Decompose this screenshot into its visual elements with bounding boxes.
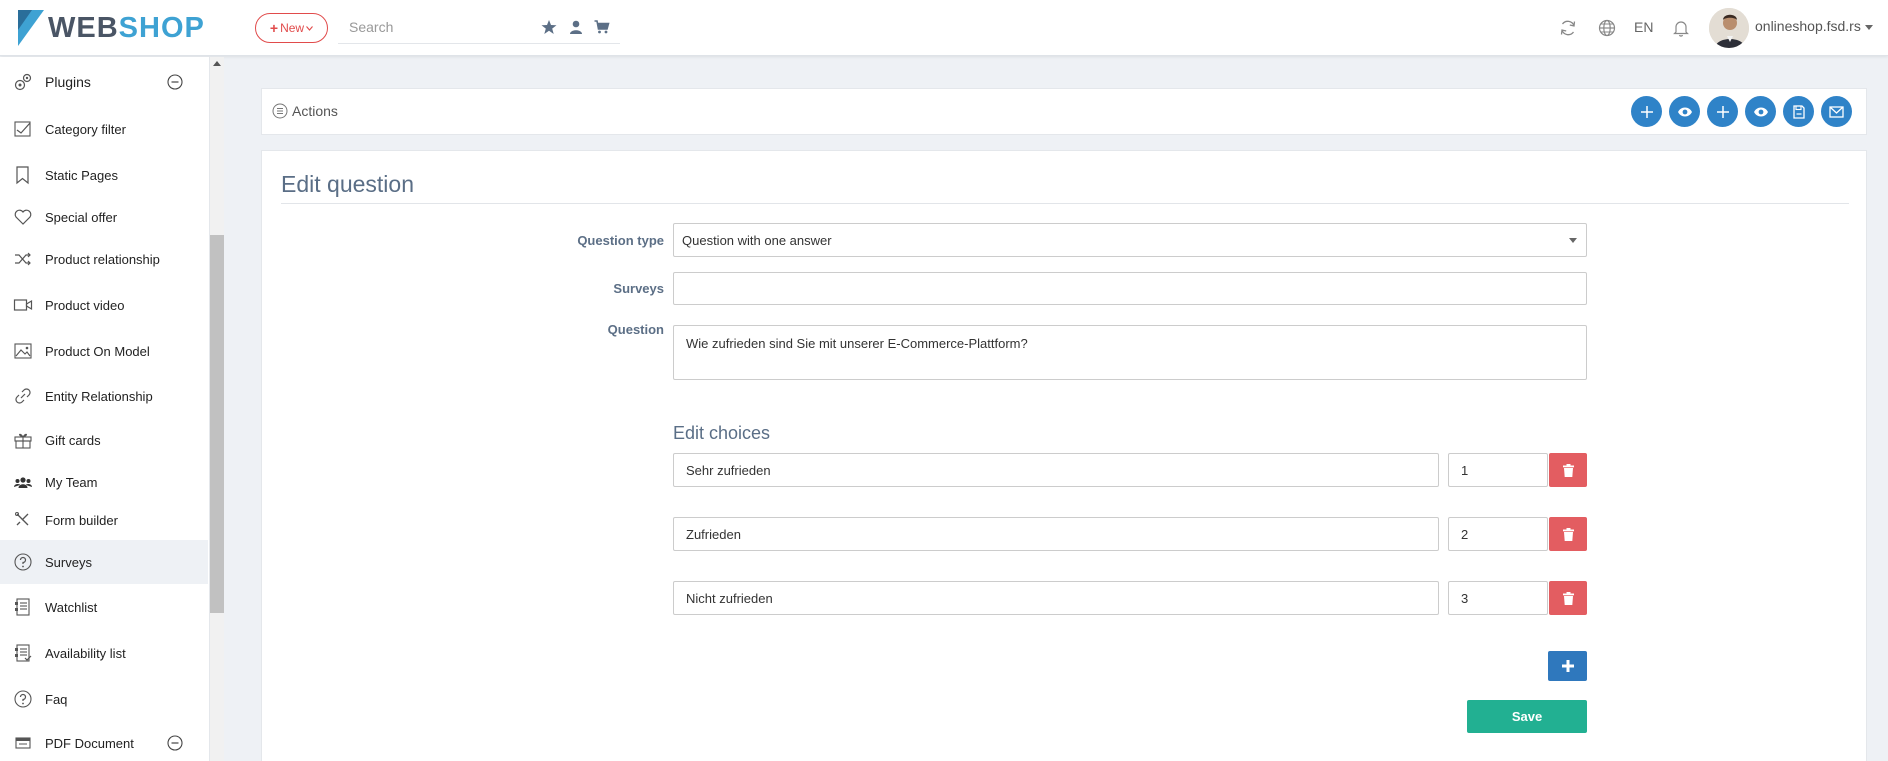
plus-icon [1561,660,1574,672]
new-button[interactable]: + New [255,13,328,43]
actions-bar: Actions [261,88,1867,135]
preview-button[interactable] [1745,96,1776,127]
add-button[interactable] [1707,96,1738,127]
sidebar: Plugins Category filter Static Pages Spe… [0,57,210,761]
plugins-icon [14,73,32,91]
pdf-icon [15,737,31,749]
sidebar-item-form-builder[interactable]: Form builder [0,498,208,542]
sidebar-item-product-video[interactable]: Product video [0,283,208,327]
trash-icon [1562,463,1574,477]
edit-choices-title: Edit choices [673,423,771,443]
caret-down-icon [1864,24,1873,30]
trash-icon [1562,527,1574,541]
scrollbar-thumb[interactable] [210,235,224,613]
sidebar-item-product-relationship[interactable]: Product relationship [0,237,208,281]
chevron-down-icon [306,25,314,31]
question-field[interactable]: Wie zufrieden sind Sie mit unserer E-Com… [673,325,1587,380]
question-type-label: Question type [577,233,664,248]
webshop-logo[interactable]: WEBSHOP [18,10,205,46]
actions-menu[interactable]: Actions [272,103,338,119]
eye-icon [1753,107,1768,116]
sidebar-item-product-on-model[interactable]: Product On Model [0,329,208,373]
save-button[interactable]: Save [1467,700,1587,733]
link-icon [15,388,31,404]
team-icon [14,477,32,488]
refresh-icon[interactable] [1558,18,1578,38]
sidebar-item-static-pages[interactable]: Static Pages [0,153,208,197]
list-icon [15,598,30,616]
question-type-value: Question with one answer [682,232,832,248]
email-button[interactable] [1821,96,1852,127]
avatar[interactable] [1709,8,1749,48]
sidebar-item-gift-cards[interactable]: Gift cards [0,418,208,462]
new-button-label: New [280,21,305,35]
collapse-icon[interactable] [167,735,183,751]
plus-icon: + [269,20,279,36]
gift-icon [14,433,32,449]
avatar-image [1709,8,1749,48]
preview-button[interactable] [1669,96,1700,127]
page-title: Edit question [281,171,414,197]
surveys-label: Surveys [613,281,664,296]
title-divider [281,203,1849,204]
sidebar-item-watchlist[interactable]: Watchlist [0,585,208,629]
language-selector[interactable]: EN [1634,19,1653,35]
add-button[interactable] [1631,96,1662,127]
bell-icon[interactable] [1671,18,1691,38]
choice-text-field[interactable] [673,453,1439,487]
eye-icon [1677,107,1692,116]
collapse-icon[interactable] [167,74,183,90]
sidebar-item-entity-relationship[interactable]: Entity Relationship [0,374,208,418]
scroll-up-arrow-icon[interactable] [213,61,221,66]
add-choice-button[interactable] [1548,651,1587,681]
sidebar-item-faq[interactable]: Faq [0,677,208,721]
plus-icon [1640,105,1653,118]
question-circle-icon [14,553,32,571]
globe-icon[interactable] [1597,18,1617,38]
video-icon [13,299,33,311]
choice-text-field[interactable] [673,581,1439,615]
plus-icon [1716,105,1729,118]
tools-icon [15,512,29,526]
cart-icon[interactable] [594,19,610,35]
user-icon[interactable] [568,19,584,35]
surveys-field[interactable] [673,272,1587,305]
envelope-icon [1829,105,1844,118]
trash-icon [1562,591,1574,605]
star-icon[interactable] [541,19,557,35]
list-check-icon [15,644,32,662]
sidebar-item-plugins[interactable]: Plugins [0,60,208,104]
menu-circle-icon [272,103,288,119]
delete-choice-button[interactable] [1549,453,1587,487]
sidebar-item-special-offer[interactable]: Special offer [0,195,208,239]
edit-question-card: Edit question Question type Question wit… [261,150,1867,761]
sidebar-item-availability-list[interactable]: Availability list [0,631,208,675]
question-type-select[interactable]: Question with one answer [673,223,1587,257]
user-menu[interactable]: onlineshop.fsd.rs [1755,18,1873,34]
choice-text-field[interactable] [673,517,1439,551]
logo-mark-icon [18,10,44,46]
shuffle-icon [15,252,31,266]
bookmark-icon [16,166,29,185]
sidebar-item-surveys[interactable]: Surveys [0,540,208,584]
delete-choice-button[interactable] [1549,581,1587,615]
question-circle-icon [14,690,32,708]
filter-icon [14,121,31,137]
choice-order-field[interactable] [1448,517,1548,551]
image-icon [14,343,32,359]
heart-icon [14,209,32,225]
sidebar-item-category-filter[interactable]: Category filter [0,107,208,151]
choice-order-field[interactable] [1448,453,1548,487]
file-icon [1792,104,1805,119]
logo-text: WEBSHOP [48,12,205,44]
top-bar: WEBSHOP + New EN onlineshop.fsd.rs [0,0,1888,56]
sidebar-scrollbar[interactable] [210,57,224,761]
delete-choice-button[interactable] [1549,517,1587,551]
choice-order-field[interactable] [1448,581,1548,615]
sidebar-item-pdf-document[interactable]: PDF Document [0,721,208,761]
question-label: Question [607,322,664,337]
search-input[interactable] [338,14,528,40]
export-button[interactable] [1783,96,1814,127]
dropdown-arrow-icon [1569,238,1577,243]
